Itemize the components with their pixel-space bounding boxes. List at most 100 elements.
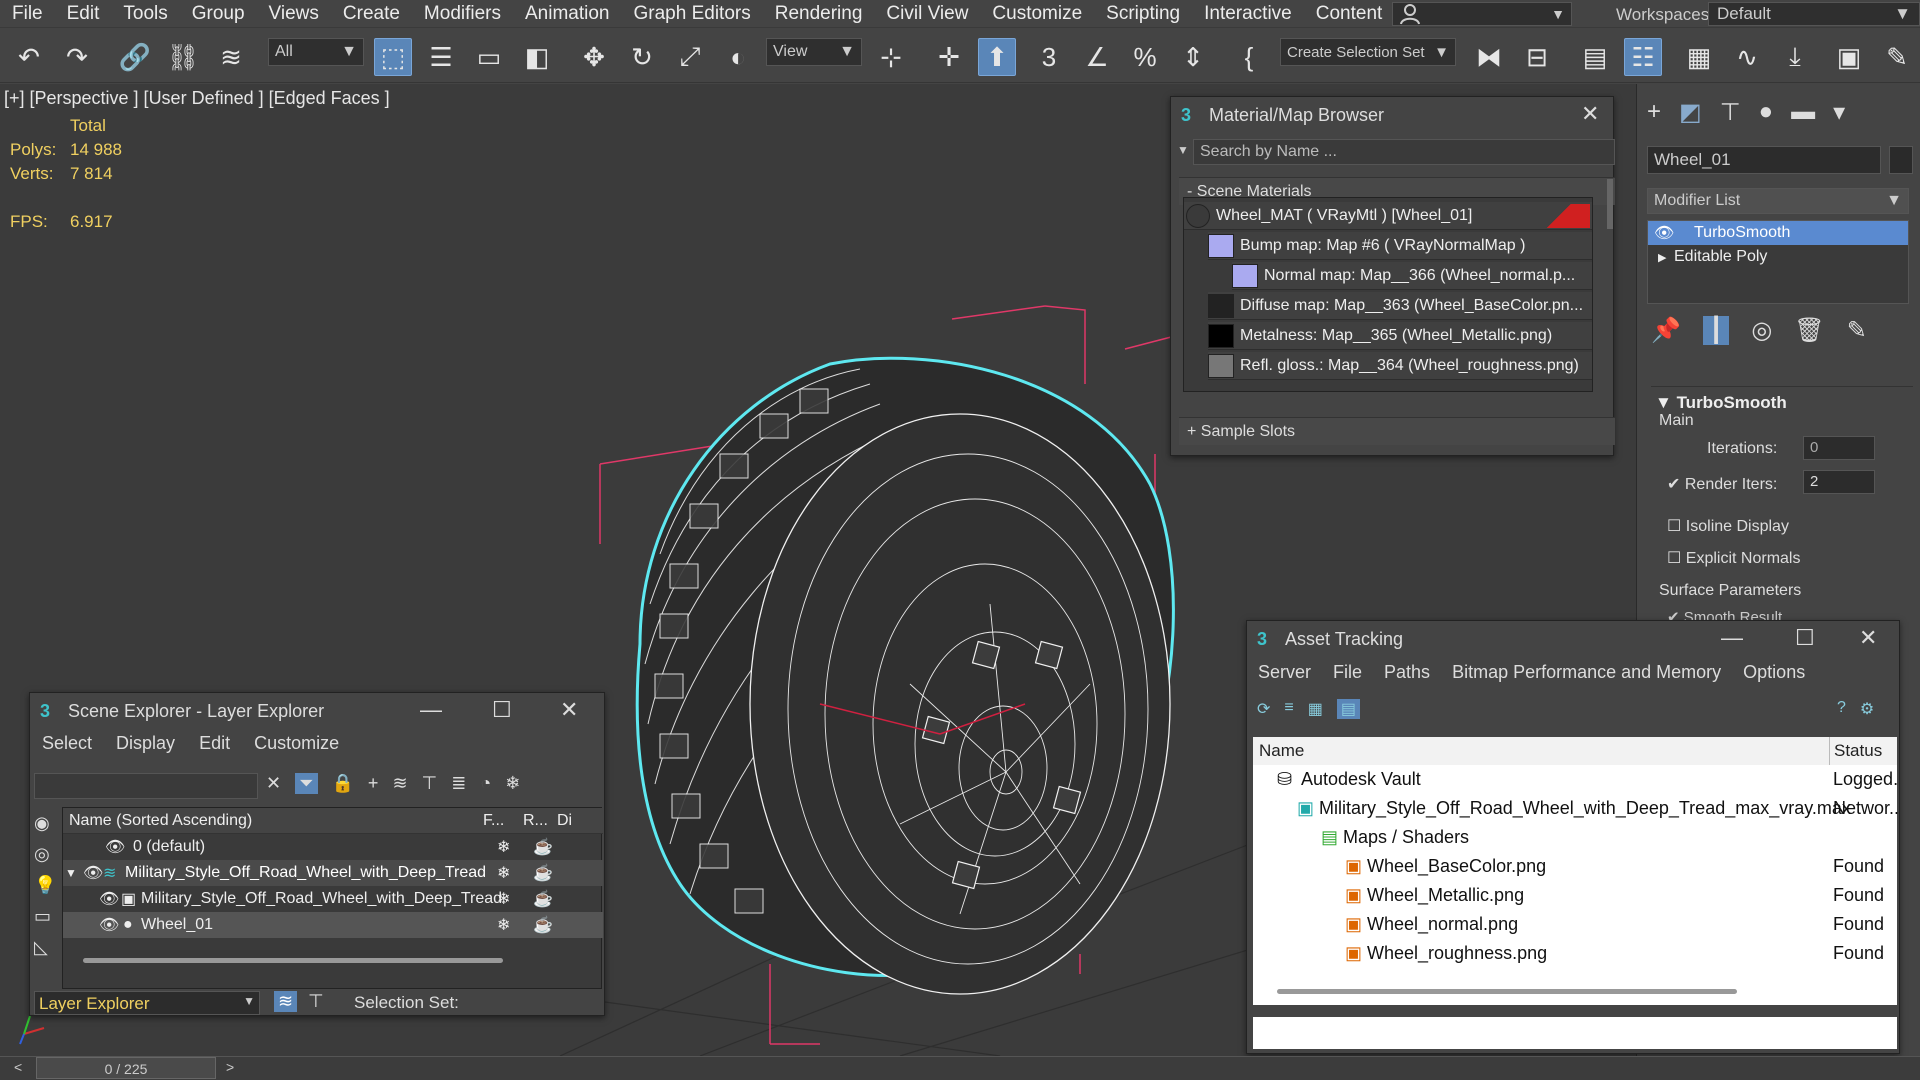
render-setup-icon[interactable]: ✎: [1878, 38, 1916, 76]
minimize-icon[interactable]: —: [420, 697, 442, 723]
maximize-icon[interactable]: ☐: [1795, 625, 1815, 651]
col-display-header[interactable]: Di: [557, 812, 572, 830]
material-editor-icon[interactable]: ▣: [1830, 38, 1868, 76]
undo-icon[interactable]: ↶: [10, 38, 48, 76]
chevron-down-icon[interactable]: ▼: [1177, 143, 1189, 157]
map-item-glossiness[interactable]: Refl. gloss.: Map__364 (Wheel_roughness.…: [1208, 352, 1592, 380]
asset-row-metallic[interactable]: ▣ Wheel_Metallic.png Found: [1253, 881, 1897, 910]
menu-customize[interactable]: Customize: [980, 3, 1094, 25]
asset-row-maps-folder[interactable]: ▤ Maps / Shaders: [1253, 823, 1897, 852]
menu-animation[interactable]: Animation: [513, 3, 622, 25]
freeze-icon[interactable]: ❄: [497, 889, 510, 909]
edit-named-sets-icon[interactable]: {: [1230, 38, 1268, 76]
asset-row-vault[interactable]: ⛁ Autodesk Vault Logged.: [1253, 765, 1898, 794]
col-status-header[interactable]: Status: [1829, 737, 1882, 765]
filter-icon[interactable]: ⏷: [295, 773, 318, 794]
menu-edit[interactable]: Edit: [187, 733, 242, 761]
bind-space-warp-icon[interactable]: ≋: [212, 38, 250, 76]
object-color-swatch[interactable]: [1889, 146, 1913, 174]
menu-views[interactable]: Views: [257, 3, 331, 25]
schematic-icon[interactable]: ⤓: [1776, 38, 1814, 76]
maximize-icon[interactable]: ☐: [492, 697, 512, 723]
clear-search-icon[interactable]: ✕: [266, 773, 281, 794]
collapse-icon[interactable]: ▼: [65, 866, 77, 880]
highlight-icon[interactable]: ◔: [480, 773, 491, 794]
menu-scripting[interactable]: Scripting: [1094, 3, 1192, 25]
display-helpers-icon[interactable]: ◺: [34, 937, 56, 958]
menu-customize[interactable]: Customize: [242, 733, 351, 761]
scene-explorer-icon[interactable]: ▤: [1576, 38, 1614, 76]
list-view-icon[interactable]: ≡: [1284, 699, 1293, 719]
horizontal-scrollbar[interactable]: [83, 958, 503, 963]
object-name-field[interactable]: Wheel_01: [1647, 146, 1881, 174]
unlink-icon[interactable]: ⛓: [164, 38, 202, 76]
scale-icon[interactable]: ⤢: [671, 38, 709, 76]
col-name-header[interactable]: Name (Sorted Ascending): [69, 812, 252, 830]
make-unique-icon[interactable]: ◎: [1751, 316, 1772, 345]
asset-tracking-titlebar[interactable]: 3 Asset Tracking — ☐ ✕: [1247, 621, 1899, 657]
refresh-icon[interactable]: ⟳: [1257, 699, 1270, 719]
scene-explorer-search-input[interactable]: [34, 773, 258, 799]
iterations-spinner[interactable]: 0: [1803, 436, 1875, 460]
menu-bitmap-performance[interactable]: Bitmap Performance and Memory: [1441, 659, 1732, 689]
layer-explorer-icon[interactable]: ☷: [1624, 38, 1662, 76]
menu-rendering[interactable]: Rendering: [763, 3, 875, 25]
keyboard-shortcut-icon[interactable]: ⬆: [978, 38, 1016, 76]
scrollbar[interactable]: [1607, 179, 1613, 229]
asset-path-field[interactable]: [1251, 1015, 1899, 1051]
eye-icon[interactable]: 👁: [99, 915, 119, 935]
menu-interactive[interactable]: Interactive: [1192, 3, 1304, 25]
menu-tools[interactable]: Tools: [111, 3, 179, 25]
rect-region-icon[interactable]: ▭: [470, 38, 508, 76]
col-name-header[interactable]: Name: [1259, 741, 1304, 761]
show-end-result-icon[interactable]: ┃: [1702, 316, 1730, 345]
move-icon[interactable]: ✥: [575, 38, 613, 76]
stack-item-turbosmooth[interactable]: 👁 TurboSmooth: [1648, 221, 1908, 245]
table-view-icon[interactable]: ▤: [1336, 699, 1360, 719]
align-icon[interactable]: ⊟: [1518, 38, 1556, 76]
configure-modifier-sets-icon[interactable]: ✎: [1847, 316, 1867, 345]
modifier-list-dropdown[interactable]: Modifier List ▼: [1647, 188, 1909, 214]
col-render-header[interactable]: R...: [523, 812, 548, 830]
material-browser-titlebar[interactable]: 3 Material/Map Browser ✕: [1171, 97, 1613, 133]
teapot-icon[interactable]: ☕: [533, 837, 553, 857]
display-cameras-icon[interactable]: ▭: [34, 906, 56, 927]
freeze-icon[interactable]: ❄: [497, 863, 510, 883]
map-item-diffuse[interactable]: Diffuse map: Map__363 (Wheel_BaseColor.p…: [1208, 292, 1592, 320]
snap-icon[interactable]: 3: [1030, 38, 1068, 76]
object-row-military-wheel-group[interactable]: 👁 ▣ Military_Style_Off_Road_Wheel_with_D…: [63, 886, 603, 912]
map-item-normal[interactable]: Normal map: Map__366 (Wheel_normal.p...: [1232, 262, 1592, 290]
select-manipulate-icon[interactable]: ✛: [930, 38, 968, 76]
stack-item-editable-poly[interactable]: ▶ Editable Poly: [1648, 245, 1908, 269]
menu-file[interactable]: File: [0, 3, 55, 25]
display-lights-icon[interactable]: 💡: [34, 875, 56, 896]
teapot-icon[interactable]: ☕: [533, 915, 553, 935]
window-crossing-icon[interactable]: ◧: [518, 38, 556, 76]
freeze-icon[interactable]: ❄: [497, 837, 510, 857]
menu-file[interactable]: File: [1322, 659, 1373, 689]
layer-row-default[interactable]: 👁 0 (default) ❄ ☕: [63, 834, 603, 860]
link-icon[interactable]: 🔗: [116, 38, 154, 76]
asset-row-max-file[interactable]: ▣ Military_Style_Off_Road_Wheel_with_Dee…: [1253, 794, 1899, 823]
layers-icon[interactable]: ≣: [451, 773, 466, 794]
material-search-input[interactable]: Search by Name ...: [1193, 139, 1615, 165]
reference-coordinate-dropdown[interactable]: View ▼: [766, 38, 862, 66]
expand-arrow-icon[interactable]: ▶: [1648, 251, 1674, 264]
placement-icon[interactable]: ◐: [719, 38, 757, 76]
angle-snap-icon[interactable]: ∠: [1078, 38, 1116, 76]
asset-row-basecolor[interactable]: ▣ Wheel_BaseColor.png Found: [1253, 852, 1897, 881]
menu-civil-view[interactable]: Civil View: [874, 3, 980, 25]
menu-display[interactable]: Display: [104, 733, 187, 761]
workspaces-dropdown[interactable]: Default ▼: [1708, 2, 1920, 26]
minimize-icon[interactable]: —: [1721, 625, 1743, 651]
add-to-layer-icon[interactable]: ≋: [392, 773, 407, 794]
hierarchy-icon[interactable]: ⊤: [422, 773, 438, 794]
menu-content[interactable]: Content: [1304, 3, 1395, 25]
menu-group[interactable]: Group: [180, 3, 257, 25]
hierarchy-tab-icon[interactable]: ⊤: [1720, 98, 1741, 127]
display-objects-icon[interactable]: ◉: [34, 813, 56, 834]
percent-snap-icon[interactable]: %: [1126, 38, 1164, 76]
render-iters-checkbox[interactable]: ✔ Render Iters:: [1667, 474, 1777, 494]
menu-server[interactable]: Server: [1247, 659, 1322, 689]
thumbnail-view-icon[interactable]: ▦: [1308, 699, 1323, 719]
